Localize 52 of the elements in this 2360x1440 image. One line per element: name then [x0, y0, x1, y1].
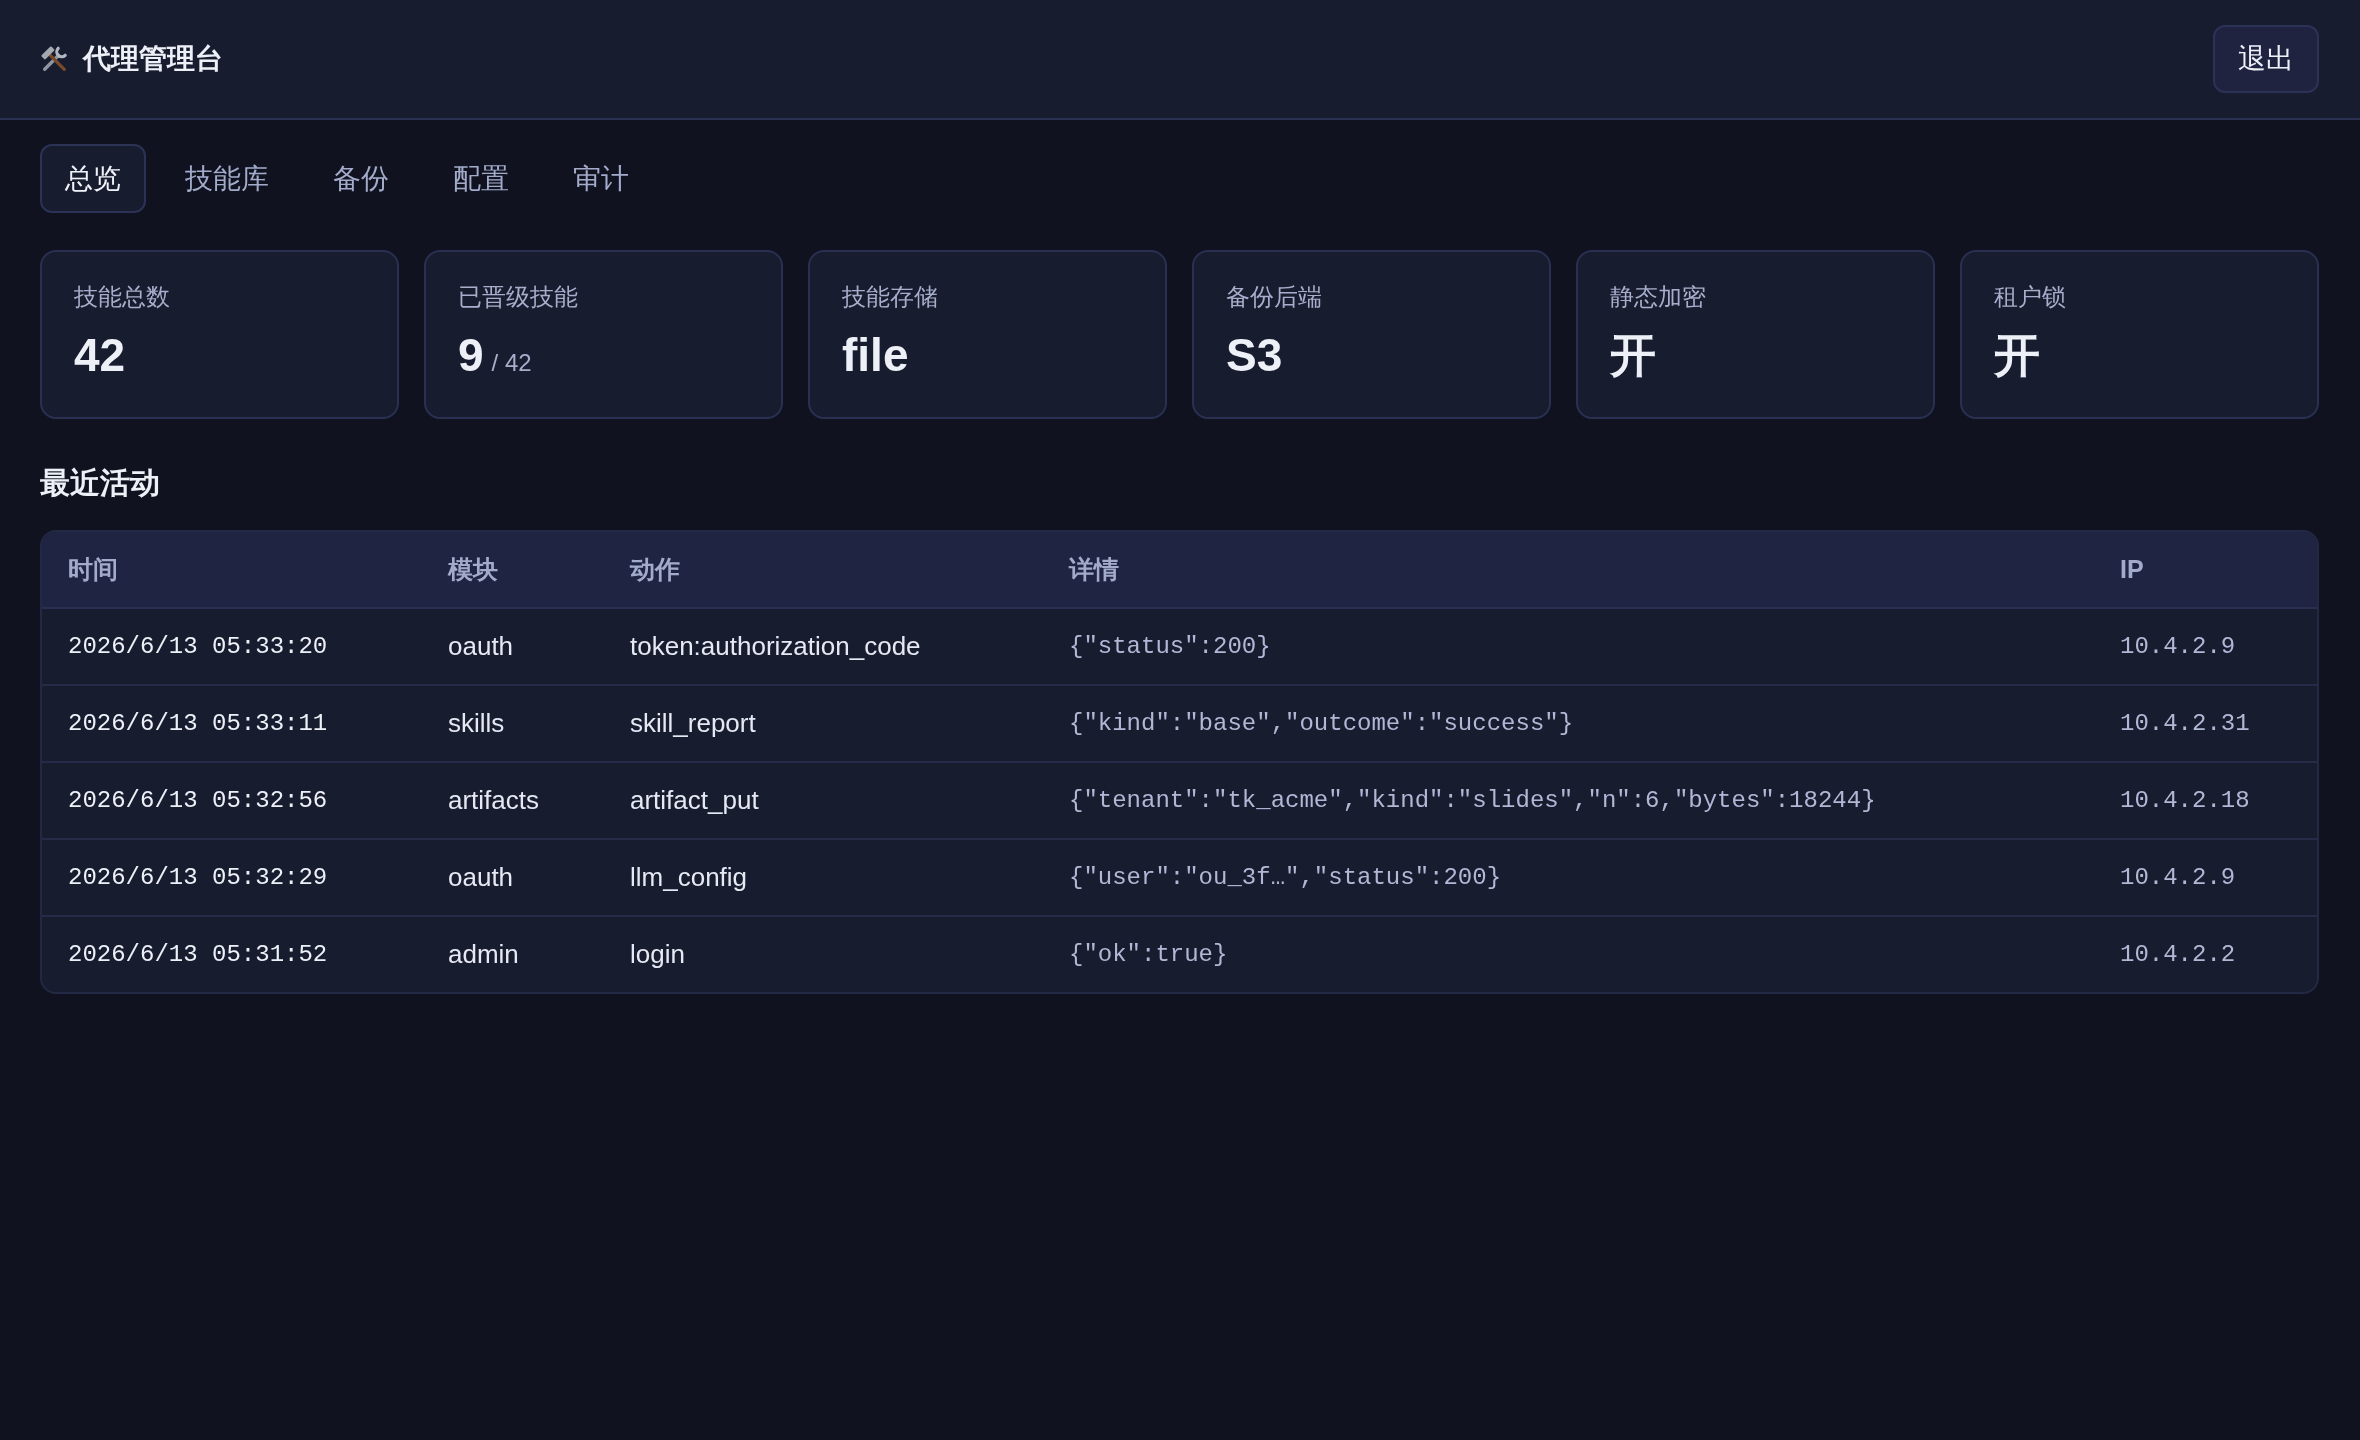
app-title: 代理管理台	[83, 42, 223, 76]
stat-value: S3	[1226, 328, 1283, 383]
table-cell: 10.4.2.9	[2094, 608, 2317, 685]
table-cell: artifacts	[422, 762, 604, 839]
table-cell: 10.4.2.31	[2094, 685, 2317, 762]
column-header: 模块	[422, 532, 604, 608]
stat-label: 备份后端	[1226, 282, 1322, 312]
nav-tab[interactable]: 审计	[548, 144, 654, 213]
table-cell: login	[604, 916, 1043, 992]
table-cell: {"ok":true}	[1043, 916, 2094, 992]
column-header: 时间	[42, 532, 422, 608]
stat-label: 静态加密	[1610, 282, 1706, 312]
table-cell: oauth	[422, 608, 604, 685]
table-cell: oauth	[422, 839, 604, 916]
stat-value: 9	[458, 328, 484, 383]
nav-tab[interactable]: 备份	[308, 144, 414, 213]
table-cell: 2026/6/13 05:31:52	[42, 916, 422, 992]
column-header: 动作	[604, 532, 1043, 608]
table-cell: llm_config	[604, 839, 1043, 916]
hammer-wrench-icon	[40, 45, 68, 73]
table-cell: admin	[422, 916, 604, 992]
table-cell: 2026/6/13 05:32:29	[42, 839, 422, 916]
table-cell: skill_report	[604, 685, 1043, 762]
table-cell: 2026/6/13 05:32:56	[42, 762, 422, 839]
nav-tab[interactable]: 技能库	[160, 144, 294, 213]
table-cell: {"tenant":"tk_acme","kind":"slides","n":6,"bytes":18244}	[1043, 762, 2094, 839]
section-title: 最近活动	[40, 465, 160, 501]
nav-tab[interactable]: 总览	[40, 144, 146, 213]
column-header: 详情	[1043, 532, 2094, 608]
stat-label: 技能总数	[74, 282, 170, 312]
table-cell: artifact_put	[604, 762, 1043, 839]
table-cell: 2026/6/13 05:33:20	[42, 608, 422, 685]
table-cell: {"user":"ou_3f…","status":200}	[1043, 839, 2094, 916]
table-cell: 10.4.2.2	[2094, 916, 2317, 992]
nav-tab[interactable]: 配置	[428, 144, 534, 213]
stat-value: file	[842, 328, 909, 383]
stat-label: 技能存储	[842, 282, 938, 312]
stat-value: 开	[1994, 328, 2040, 383]
stat-value: 开	[1610, 328, 1656, 383]
table-cell: 10.4.2.18	[2094, 762, 2317, 839]
stat-value: 42	[74, 328, 126, 383]
stat-label: 租户锁	[1994, 282, 2066, 312]
table-cell: {"status":200}	[1043, 608, 2094, 685]
column-header: IP	[2094, 532, 2317, 608]
stat-label: 已晋级技能	[458, 282, 578, 312]
table-cell: {"kind":"base","outcome":"success"}	[1043, 685, 2094, 762]
table-cell: 10.4.2.9	[2094, 839, 2317, 916]
logout-button[interactable]: 退出	[2213, 25, 2319, 93]
table-cell: 2026/6/13 05:33:11	[42, 685, 422, 762]
table-cell: skills	[422, 685, 604, 762]
stat-total: / 42	[491, 348, 532, 378]
table-cell: token:authorization_code	[604, 608, 1043, 685]
